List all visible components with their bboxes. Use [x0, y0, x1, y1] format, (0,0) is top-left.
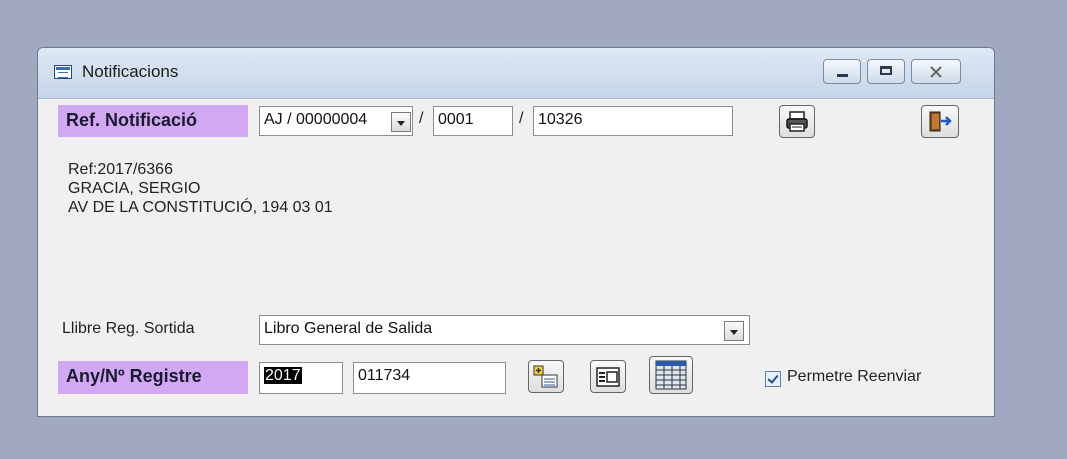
window-content: Ref. Notificació AJ / 00000004 / 0001 / …: [38, 99, 994, 416]
title-bar[interactable]: Notificacions: [38, 48, 994, 99]
close-icon: [930, 66, 942, 78]
printer-icon: [786, 111, 808, 132]
print-button[interactable]: [779, 105, 815, 138]
ref-code-combo[interactable]: AJ / 00000004: [259, 106, 413, 136]
exit-door-icon: [929, 111, 952, 132]
ref-code-dropdown-button[interactable]: [391, 112, 411, 132]
maximize-button[interactable]: [867, 59, 905, 84]
close-button[interactable]: [911, 59, 961, 84]
permetre-reenviar-checkbox[interactable]: [765, 371, 781, 387]
info-name-line: GRACIA, SERGIO: [68, 180, 201, 197]
ref-sep-1: /: [419, 110, 424, 127]
registre-year-input[interactable]: 2017: [259, 362, 343, 394]
grid-view-button[interactable]: [649, 356, 693, 394]
ref-sep-2: /: [519, 110, 524, 127]
grid-icon: [655, 360, 687, 390]
llibre-select[interactable]: Libro General de Salida: [259, 315, 750, 345]
form-icon: [596, 367, 620, 387]
form-view-button[interactable]: [590, 360, 626, 393]
registre-year-value: 2017: [264, 367, 302, 384]
registre-number-input[interactable]: 011734: [353, 362, 506, 394]
ref-part2-input[interactable]: 0001: [433, 106, 513, 136]
llibre-reg-sortida-label: Llibre Reg. Sortida: [62, 320, 195, 337]
ref-notificacio-label: Ref. Notificació: [58, 105, 248, 137]
window-form-icon: [54, 65, 72, 79]
ref-part3-input[interactable]: 10326: [533, 106, 733, 136]
any-registre-label: Any/Nº Registre: [58, 361, 248, 394]
info-ref-line: Ref:2017/6366: [68, 161, 173, 178]
new-record-button[interactable]: [528, 360, 564, 393]
minimize-button[interactable]: [823, 59, 861, 84]
add-record-icon: [533, 365, 558, 388]
permetre-reenviar-label: Permetre Reenviar: [787, 368, 922, 385]
window-title: Notificacions: [82, 62, 179, 81]
exit-button[interactable]: [921, 105, 959, 138]
llibre-dropdown-button[interactable]: [724, 321, 744, 341]
llibre-select-value: Libro General de Salida: [264, 320, 433, 337]
ref-code-value: AJ / 00000004: [264, 111, 368, 128]
info-address-line: AV DE LA CONSTITUCIÓ, 194 03 01: [68, 199, 333, 216]
notificacions-window: Notificacions Ref. Notificació AJ / 0000…: [37, 47, 995, 417]
